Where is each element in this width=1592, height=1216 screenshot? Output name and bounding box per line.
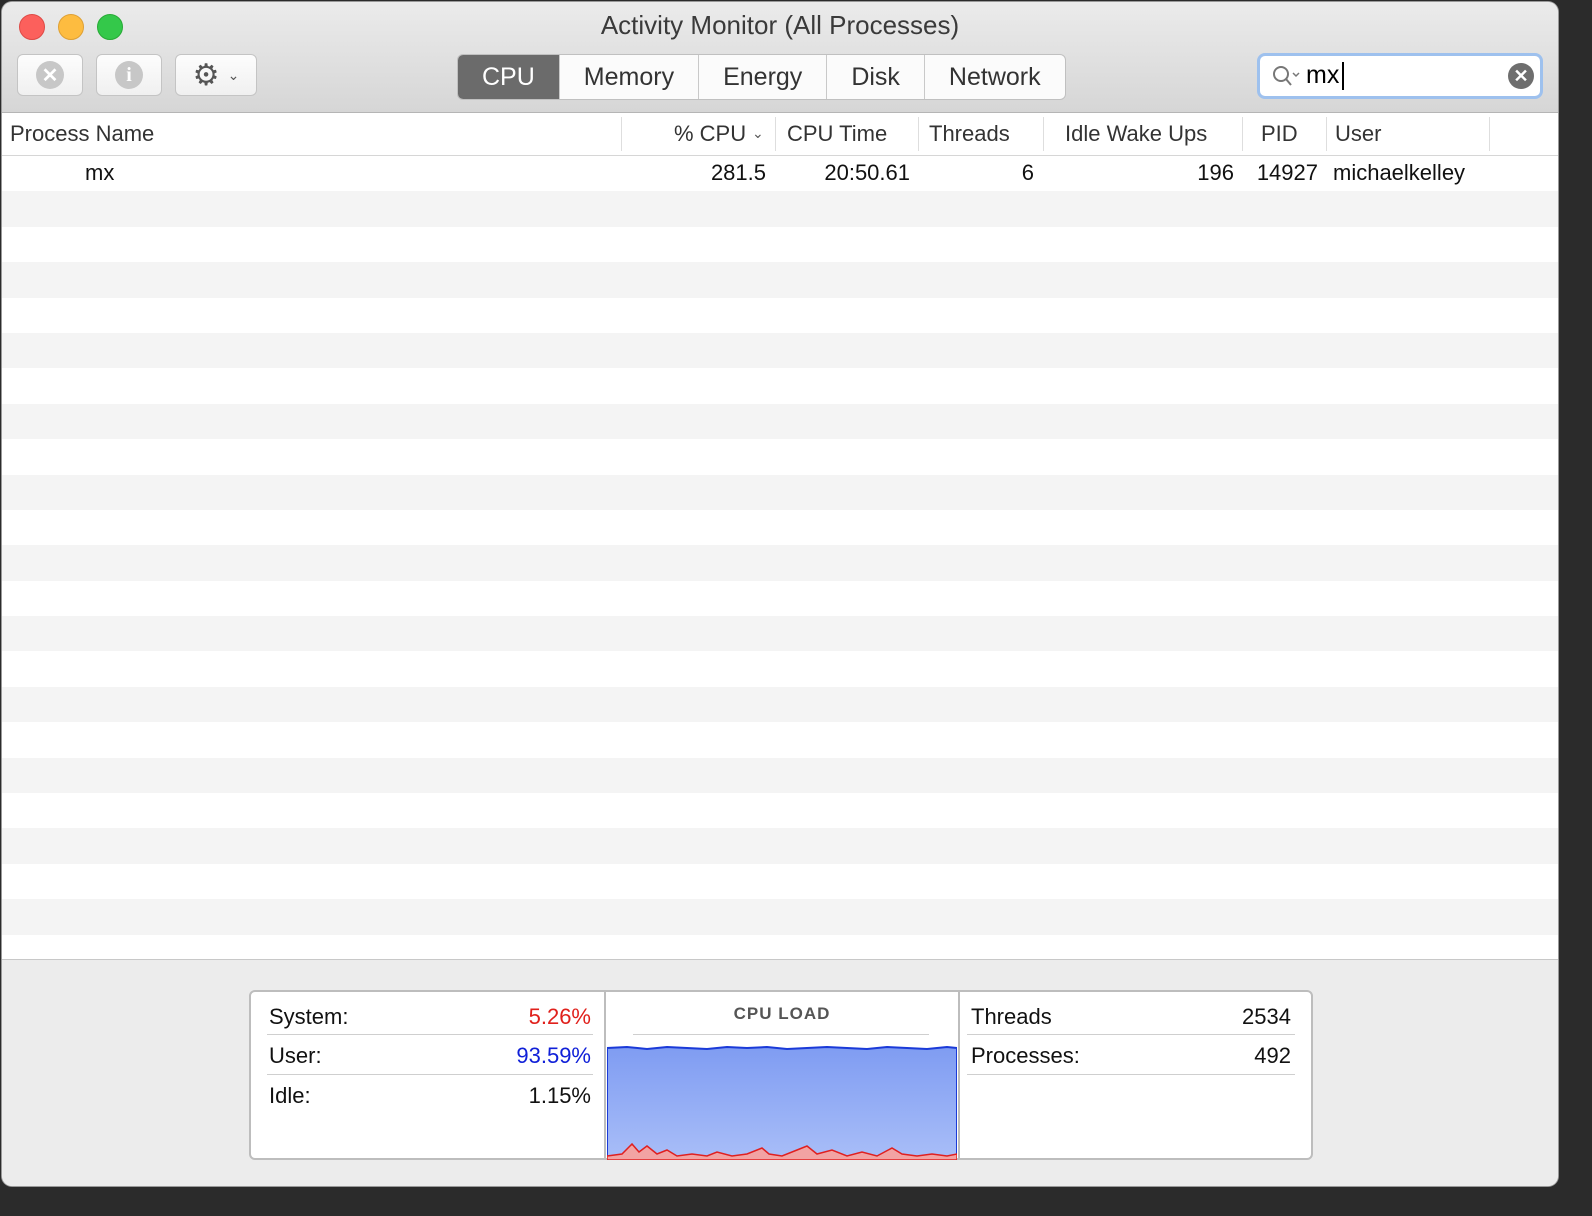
cpu-stats-panel: System: 5.26% User: 93.59% Idle: 1.15% C… <box>249 990 1313 1160</box>
column-cpu-percent[interactable]: % CPU <box>674 121 746 147</box>
clear-search-icon[interactable]: ✕ <box>1508 63 1534 89</box>
threads-label: Threads <box>971 1004 1052 1029</box>
process-name-cell: mx <box>85 160 115 185</box>
cpu-time-cell: 20:50.61 <box>824 160 910 185</box>
pid-cell: 14927 <box>1256 160 1318 185</box>
column-user[interactable]: User <box>1335 121 1381 147</box>
tab-memory[interactable]: Memory <box>558 55 698 99</box>
processes-value: 492 <box>1254 1043 1291 1068</box>
view-tabs: CPU Memory Energy Disk Network <box>457 54 1066 100</box>
column-pid[interactable]: PID <box>1261 121 1298 147</box>
chevron-down-icon: ⌄ <box>227 66 240 83</box>
window-title: Activity Monitor (All Processes) <box>600 10 960 40</box>
sort-descending-icon: ⌄ <box>752 125 764 141</box>
search-field[interactable]: mx ✕ <box>1257 53 1543 99</box>
activity-monitor-window: Activity Monitor (All Processes) ✕ i ⚙ ⌄… <box>2 2 1558 1186</box>
info-icon: i <box>115 61 143 89</box>
threads-cell: 6 <box>1021 160 1034 185</box>
cpu-load-title: CPU LOAD <box>733 1004 831 1023</box>
idle-value: 1.15% <box>528 1083 591 1108</box>
table-rows: mx 281.5 20:50.61 6 196 14927 michaelkel… <box>2 156 1558 959</box>
user-label: User: <box>269 1043 322 1068</box>
tab-cpu[interactable]: CPU <box>458 55 559 99</box>
tab-network[interactable]: Network <box>923 55 1065 99</box>
user-cell: michaelkelley <box>1333 160 1466 185</box>
idle-wake-ups-cell: 196 <box>1197 160 1234 185</box>
processes-label: Processes: <box>971 1043 1080 1068</box>
action-menu-button[interactable]: ⚙ ⌄ <box>175 54 257 96</box>
cpu-summary-footer: System: 5.26% User: 93.59% Idle: 1.15% C… <box>2 959 1558 1186</box>
threads-value: 2534 <box>1242 1004 1291 1029</box>
system-value: 5.26% <box>528 1004 591 1029</box>
system-label: System: <box>269 1004 349 1029</box>
tab-disk[interactable]: Disk <box>826 55 924 99</box>
text-cursor <box>1342 62 1344 90</box>
cpu-percent-cell: 281.5 <box>710 160 766 185</box>
gear-icon: ⚙ <box>192 58 220 92</box>
close-x-icon: ✕ <box>36 61 64 89</box>
table-header: Process Name % CPU ⌄ CPU Time Threads Id… <box>2 113 1558 156</box>
stop-process-button[interactable]: ✕ <box>17 54 83 96</box>
tab-energy[interactable]: Energy <box>698 55 826 99</box>
column-cpu-time[interactable]: CPU Time <box>787 121 887 147</box>
column-process-name[interactable]: Process Name <box>10 121 154 147</box>
inspect-process-button[interactable]: i <box>96 54 162 96</box>
search-icon[interactable] <box>1272 65 1302 89</box>
search-input[interactable]: mx <box>1306 61 1339 90</box>
column-threads[interactable]: Threads <box>929 121 1010 147</box>
user-value: 93.59% <box>516 1043 591 1068</box>
toolbar: Activity Monitor (All Processes) ✕ i ⚙ ⌄… <box>2 2 1558 113</box>
column-idle-wake-ups[interactable]: Idle Wake Ups <box>1065 121 1207 147</box>
table-row[interactable]: mx 281.5 20:50.61 6 196 14927 michaelkel… <box>2 156 1558 191</box>
cpu-load-graph <box>607 1045 957 1160</box>
process-table: Process Name % CPU ⌄ CPU Time Threads Id… <box>2 113 1558 959</box>
idle-label: Idle: <box>269 1083 311 1108</box>
